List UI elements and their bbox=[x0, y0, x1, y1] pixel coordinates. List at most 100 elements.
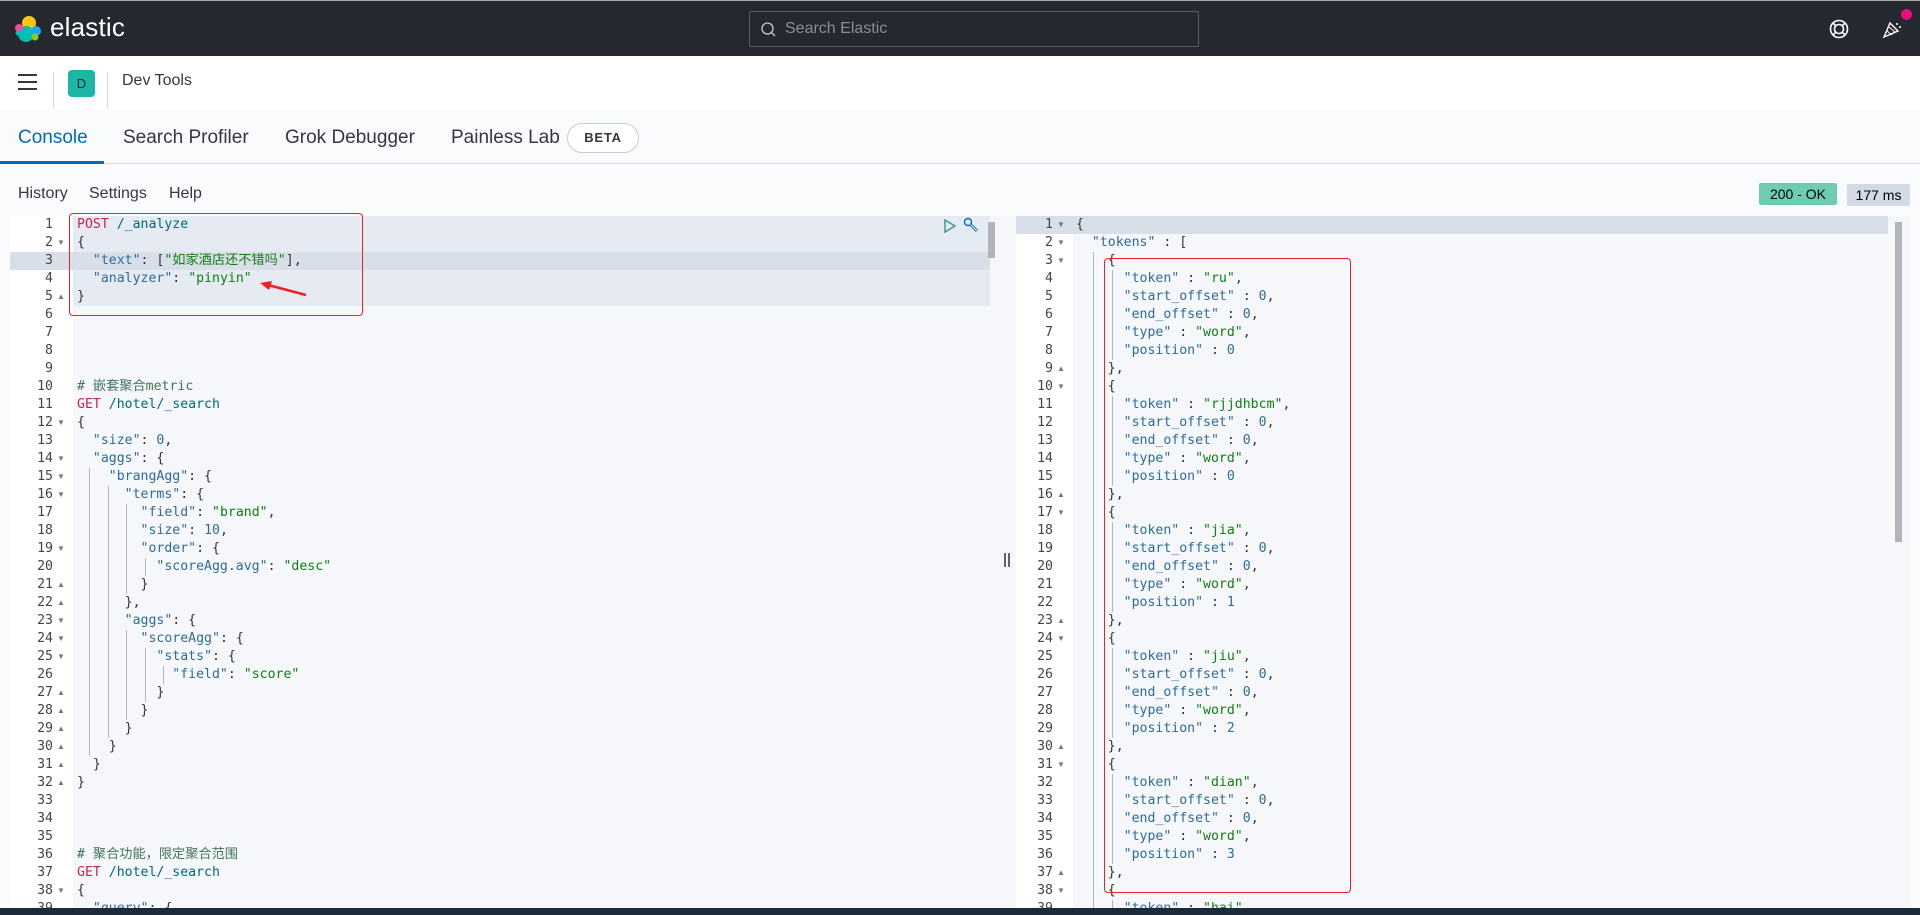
code-token: : bbox=[188, 523, 205, 538]
fold-end-icon[interactable]: ▲ bbox=[57, 756, 65, 774]
code-token: , bbox=[164, 433, 173, 448]
fold-end-icon[interactable]: ▲ bbox=[1057, 612, 1065, 630]
newsfeed-cheer-icon[interactable] bbox=[1880, 17, 1904, 41]
fold-end-icon[interactable]: ▲ bbox=[57, 720, 65, 738]
indent-guide bbox=[163, 666, 164, 684]
fold-end-icon[interactable]: ▲ bbox=[1057, 486, 1065, 504]
fold-expanded-icon[interactable]: ▼ bbox=[57, 648, 65, 666]
request-scrollbar[interactable] bbox=[988, 222, 995, 258]
line-number: 36 bbox=[37, 847, 53, 862]
tab-grok-debugger[interactable]: Grok Debugger bbox=[285, 127, 415, 149]
fold-expanded-icon[interactable]: ▼ bbox=[57, 630, 65, 648]
code-token: } bbox=[77, 739, 117, 754]
fold-end-icon[interactable]: ▲ bbox=[57, 774, 65, 792]
indent-guide bbox=[145, 558, 146, 576]
code-line: { bbox=[77, 414, 85, 432]
fold-end-icon[interactable]: ▲ bbox=[1057, 738, 1065, 756]
line-number: 38 bbox=[37, 883, 53, 898]
line-number: 8 bbox=[45, 343, 53, 358]
fold-expanded-icon[interactable]: ▼ bbox=[57, 468, 65, 486]
breadcrumb[interactable]: Dev Tools bbox=[122, 72, 192, 90]
fold-end-icon[interactable]: ▲ bbox=[57, 576, 65, 594]
space-avatar[interactable]: D bbox=[68, 70, 95, 97]
line-number: 11 bbox=[37, 397, 53, 412]
code-token: "aggs" bbox=[92, 451, 141, 466]
line-number: 13 bbox=[1037, 433, 1053, 448]
code-line: "size": 0, bbox=[77, 432, 172, 450]
line-number: 25 bbox=[1037, 649, 1053, 664]
line-number: 35 bbox=[1037, 829, 1053, 844]
notification-dot bbox=[1901, 9, 1912, 20]
line-number: 24 bbox=[1037, 631, 1053, 646]
fold-expanded-icon[interactable]: ▼ bbox=[1057, 756, 1065, 774]
fold-end-icon[interactable]: ▲ bbox=[57, 738, 65, 756]
code-token: } bbox=[77, 757, 101, 772]
code-line: "aggs": { bbox=[77, 612, 196, 630]
line-number: 22 bbox=[1037, 595, 1053, 610]
send-request-play-icon[interactable] bbox=[942, 218, 958, 234]
fold-expanded-icon[interactable]: ▼ bbox=[57, 540, 65, 558]
fold-expanded-icon[interactable]: ▼ bbox=[1057, 504, 1065, 522]
tab-painless-lab[interactable]: Painless Lab bbox=[451, 127, 560, 149]
code-token: : { bbox=[188, 469, 212, 484]
fold-expanded-icon[interactable]: ▼ bbox=[1057, 630, 1065, 648]
annotation-box-request bbox=[69, 213, 363, 316]
line-number: 38 bbox=[1037, 883, 1053, 898]
request-editor[interactable]: 1 POST /_analyze 2 ▼{3 "text": ["如家酒店还不错吗"]… bbox=[10, 216, 1000, 908]
line-number: 21 bbox=[37, 577, 53, 592]
line-number: 39 bbox=[1016, 900, 1053, 908]
code-token: : { bbox=[211, 649, 236, 664]
resize-handle-icon[interactable] bbox=[1004, 553, 1010, 567]
tab-search-profiler[interactable]: Search Profiler bbox=[123, 127, 249, 149]
line-number: 19 bbox=[37, 541, 53, 556]
code-token: : { bbox=[180, 487, 205, 502]
code-token: /hotel/_search bbox=[100, 865, 220, 880]
fold-expanded-icon[interactable]: ▼ bbox=[57, 450, 65, 468]
settings-link[interactable]: Settings bbox=[89, 185, 147, 203]
code-line: # 聚合功能，限定聚合范围 bbox=[77, 846, 238, 864]
response-scrollbar[interactable] bbox=[1895, 222, 1902, 542]
code-line: } bbox=[77, 720, 133, 738]
fold-end-icon[interactable]: ▲ bbox=[57, 288, 65, 306]
line-number: 6 bbox=[45, 307, 53, 322]
fold-end-icon[interactable]: ▲ bbox=[57, 594, 65, 612]
code-line: "order": { bbox=[77, 540, 220, 558]
fold-expanded-icon[interactable]: ▼ bbox=[57, 486, 65, 504]
code-token: GET bbox=[77, 865, 101, 880]
fold-end-icon[interactable]: ▲ bbox=[57, 702, 65, 720]
fold-end-icon[interactable]: ▲ bbox=[57, 684, 65, 702]
code-token: "score" bbox=[243, 667, 300, 682]
fold-expanded-icon[interactable]: ▼ bbox=[57, 882, 65, 900]
line-number: 31 bbox=[1037, 757, 1053, 772]
fold-expanded-icon[interactable]: ▼ bbox=[57, 612, 65, 630]
line-number: 23 bbox=[1037, 613, 1053, 628]
fold-end-icon[interactable]: ▲ bbox=[1057, 864, 1065, 882]
code-line: "field": "score" bbox=[77, 666, 299, 684]
fold-expanded-icon[interactable]: ▼ bbox=[1057, 882, 1065, 900]
menu-toggle-button[interactable] bbox=[18, 74, 37, 90]
fold-expanded-icon[interactable]: ▼ bbox=[1057, 216, 1065, 234]
fold-expanded-icon[interactable]: ▼ bbox=[1057, 378, 1065, 396]
code-token: } bbox=[77, 775, 85, 790]
fold-expanded-icon[interactable]: ▼ bbox=[1057, 252, 1065, 270]
help-lifebuoy-icon[interactable] bbox=[1827, 17, 1851, 41]
search-input[interactable] bbox=[785, 12, 1185, 46]
app-navbar: D Dev Tools bbox=[0, 56, 1920, 110]
line-number: 20 bbox=[37, 559, 53, 574]
history-link[interactable]: History bbox=[18, 185, 68, 203]
code-line: { bbox=[1076, 216, 1084, 234]
elastic-logo-icon[interactable] bbox=[14, 15, 42, 43]
fold-expanded-icon[interactable]: ▼ bbox=[57, 414, 65, 432]
wrench-tools-icon[interactable] bbox=[963, 217, 981, 235]
code-token: : { bbox=[140, 451, 165, 466]
tab-console[interactable]: Console bbox=[18, 127, 88, 149]
fold-expanded-icon[interactable]: ▼ bbox=[57, 234, 65, 252]
fold-expanded-icon[interactable]: ▼ bbox=[1057, 234, 1065, 252]
search-box[interactable] bbox=[749, 11, 1199, 47]
help-link[interactable]: Help bbox=[169, 185, 202, 203]
indent-guide bbox=[1093, 252, 1094, 908]
line-number: 12 bbox=[1037, 415, 1053, 430]
fold-end-icon[interactable]: ▲ bbox=[1057, 360, 1065, 378]
